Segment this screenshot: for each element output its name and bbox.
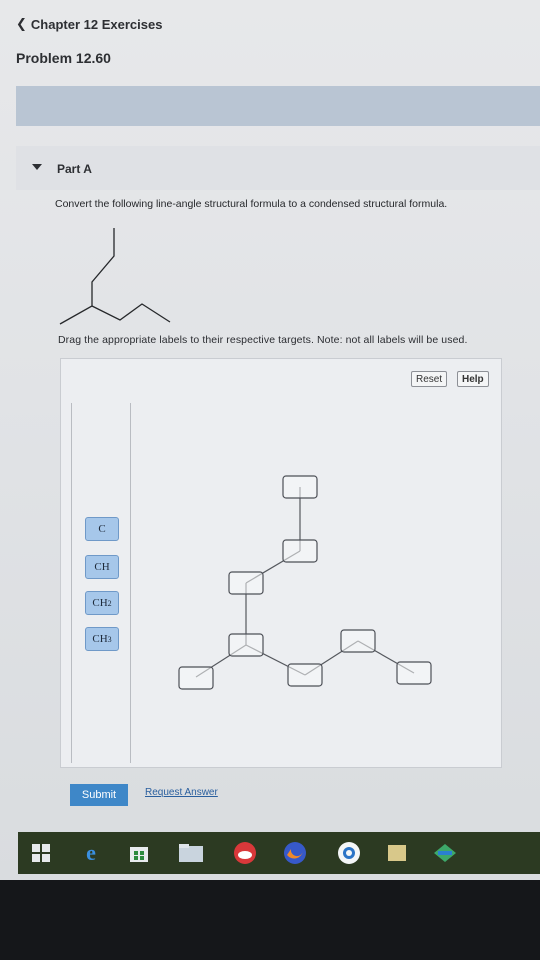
part-a-label[interactable]: Part A: [57, 162, 92, 176]
store-icon[interactable]: [126, 840, 152, 866]
caret-down-icon[interactable]: [32, 164, 42, 170]
molecule-bonds-right: [91, 303, 171, 323]
drop-target[interactable]: [340, 629, 376, 653]
drop-target[interactable]: [228, 633, 264, 657]
chrome-icon[interactable]: [336, 840, 362, 866]
firefox-icon[interactable]: [282, 840, 308, 866]
drag-instruction: Drag the appropriate labels to their res…: [58, 334, 468, 346]
chevron-left-icon: ❮: [16, 16, 27, 31]
windows-start-icon[interactable]: [28, 840, 54, 866]
drag-drop-workspace: Reset Help C CH CH 2 CH 3: [60, 358, 502, 768]
cloud-app-icon[interactable]: [232, 840, 258, 866]
molecule-bonds-left: [59, 228, 115, 325]
drop-target[interactable]: [228, 571, 264, 595]
back-link-label: Chapter 12 Exercises: [30, 16, 163, 32]
browser-viewport: ❮ Chapter 12 Exercises Problem 12.60 Par…: [0, 0, 540, 880]
drop-target[interactable]: [287, 663, 323, 687]
file-explorer-icon[interactable]: [178, 840, 204, 866]
windows-taskbar: e: [18, 832, 540, 874]
question-instruction: Convert the following line-angle structu…: [55, 198, 448, 210]
edge-icon[interactable]: e: [78, 840, 104, 866]
submit-button[interactable]: Submit: [70, 784, 128, 806]
network-app-icon[interactable]: [432, 840, 458, 866]
back-to-chapter-link[interactable]: ❮ Chapter 12 Exercises: [16, 16, 162, 32]
drop-target[interactable]: [178, 666, 214, 690]
line-angle-structure: [59, 228, 171, 325]
info-banner: [16, 86, 540, 126]
page-title: Problem 12.60: [16, 50, 111, 66]
drop-target[interactable]: [282, 539, 318, 563]
part-a-header[interactable]: [16, 146, 540, 190]
sticky-app-icon[interactable]: [384, 840, 410, 866]
drop-target[interactable]: [396, 661, 432, 685]
drop-target[interactable]: [282, 475, 318, 499]
request-answer-link[interactable]: Request Answer: [145, 787, 218, 798]
target-skeleton: [178, 475, 432, 690]
